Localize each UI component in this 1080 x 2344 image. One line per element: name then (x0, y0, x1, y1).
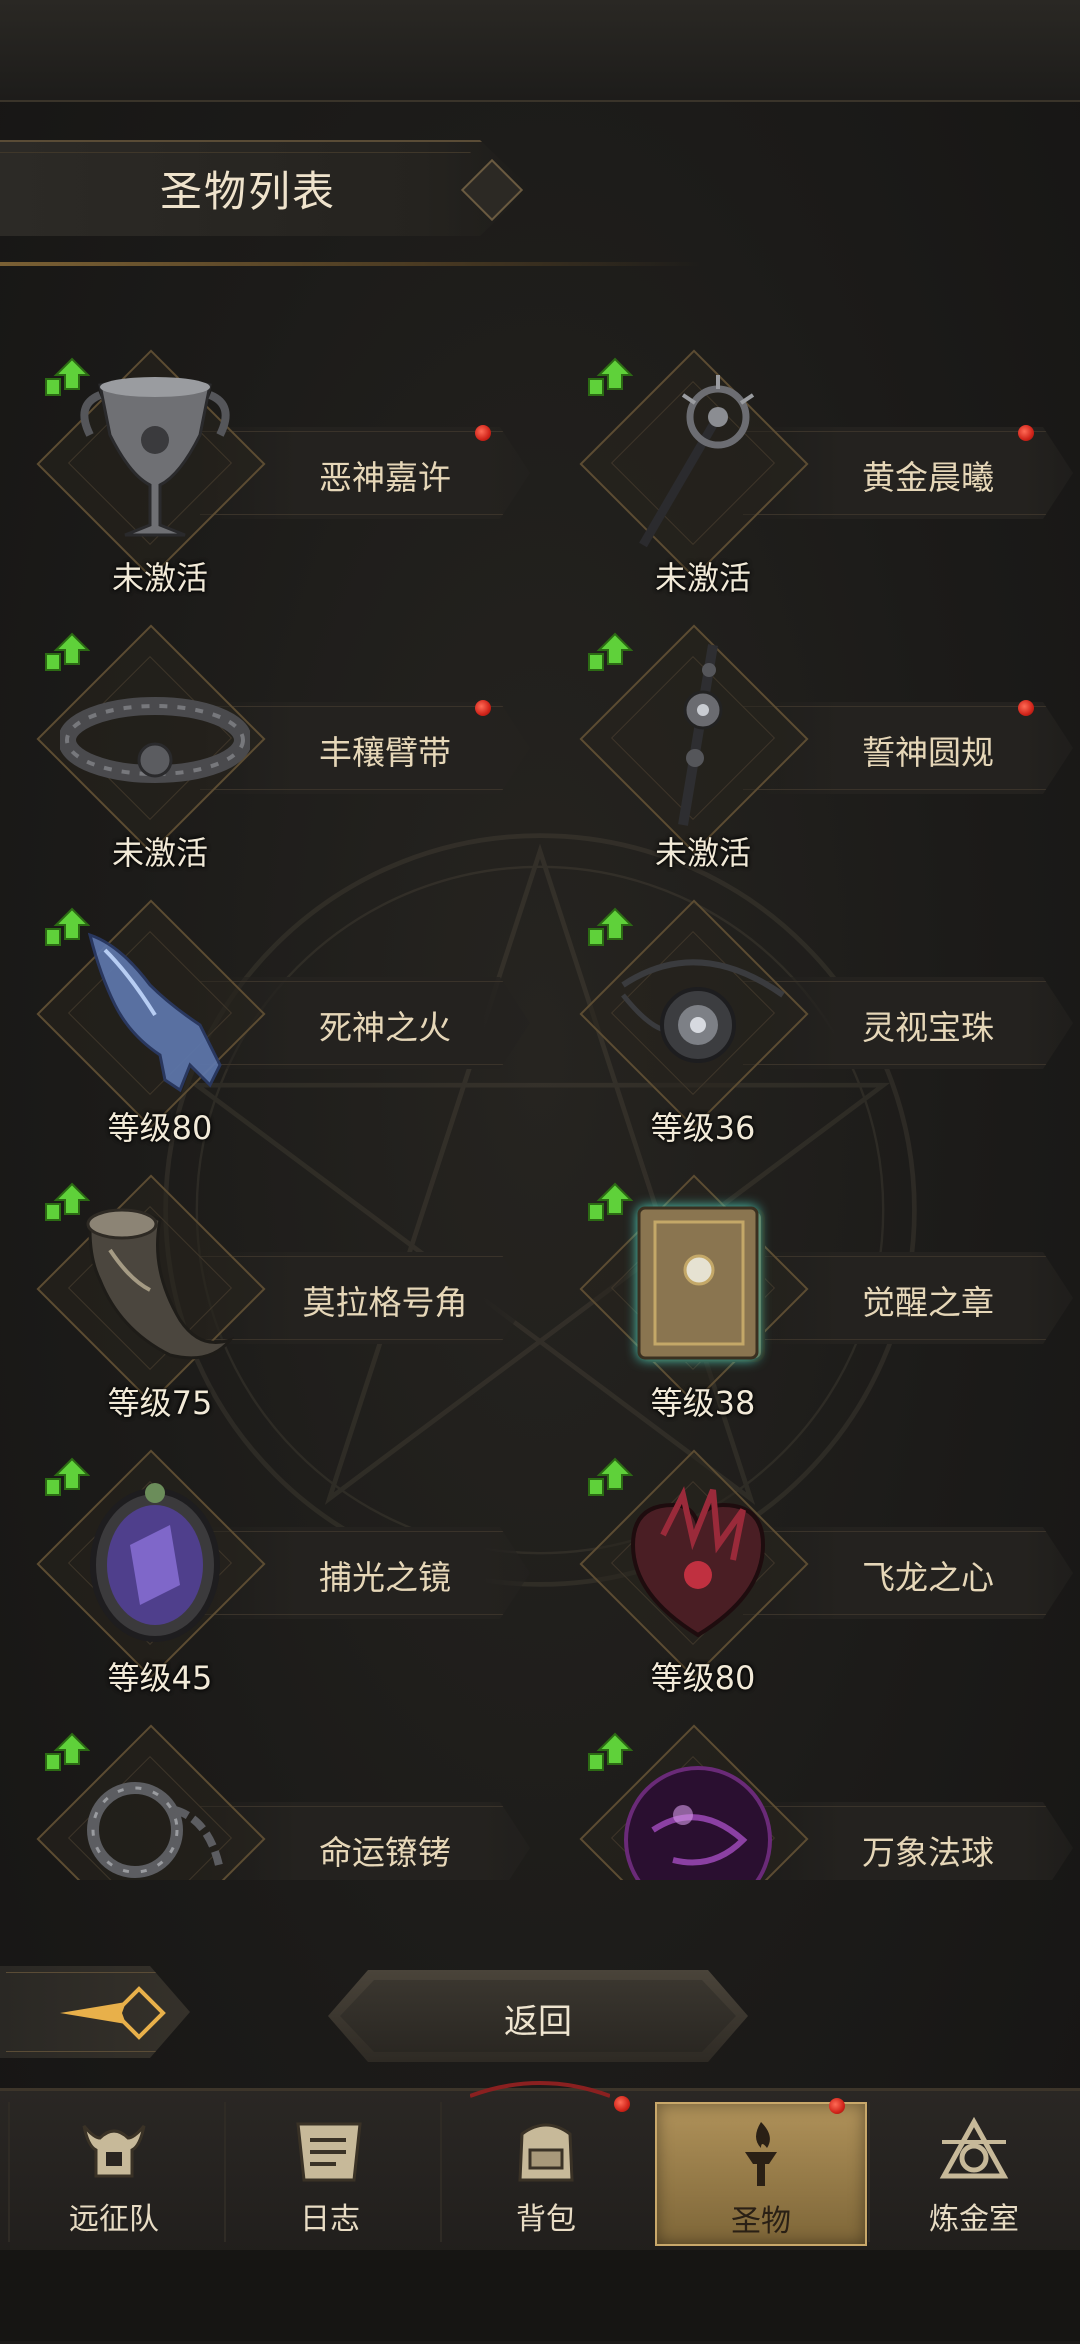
torch-icon (745, 2122, 777, 2186)
relic-item[interactable]: 万象法球 (563, 1720, 1080, 1880)
relic-name: 丰穰臂带 (319, 733, 451, 772)
relic-item[interactable]: 飞龙之心 等级80 (563, 1445, 1080, 1697)
notification-dot (475, 700, 491, 716)
nav-ornament (470, 2081, 610, 2098)
relic-status: 未激活 (111, 559, 208, 597)
relic-item[interactable]: 捕光之镜 等级45 (20, 1445, 540, 1697)
upgrade-arrow-icon (45, 632, 90, 671)
relic-name: 灵视宝珠 (862, 1008, 994, 1047)
relic-item[interactable]: 黄金晨曦 未激活 (563, 345, 1080, 597)
relic-item[interactable]: 死神之火 等级80 (20, 895, 540, 1147)
relic-item[interactable]: 莫拉格号角 等级75 (20, 1170, 540, 1422)
upgrade-arrow-icon (588, 907, 633, 946)
notification-dot (1018, 700, 1034, 716)
relic-name: 捕光之镜 (319, 1558, 451, 1597)
notification-dot (614, 2096, 630, 2112)
tab-expedition[interactable]: 远征队 (8, 2102, 218, 2242)
relic-item[interactable]: 命运镣铐 (20, 1720, 540, 1880)
relic-list[interactable]: 恶神嘉许 未激活 黄金晨曦 未激活 丰穰臂带 未激活 誓神圆规 未激活 死神之火… (0, 345, 1080, 1880)
notification-dot (1018, 425, 1034, 441)
return-button-label: 返回 (504, 2002, 572, 2042)
tab-alchemy[interactable]: 炼金室 (868, 2102, 1078, 2242)
relic-status: 等级80 (107, 1109, 213, 1147)
relic-item[interactable]: 觉醒之章 等级38 (563, 1170, 1080, 1422)
header-divider (0, 262, 700, 266)
relic-name: 恶神嘉许 (319, 458, 451, 497)
relic-status: 未激活 (654, 834, 751, 872)
relic-status: 等级36 (650, 1109, 756, 1147)
relic-name: 誓神圆规 (862, 733, 994, 772)
notification-dot (475, 425, 491, 441)
relic-name: 死神之火 (319, 1008, 451, 1047)
back-arrow-icon (60, 1986, 166, 2040)
upgrade-arrow-icon (45, 357, 90, 396)
tab-label: 远征队 (69, 2202, 159, 2237)
relic-item[interactable]: 灵视宝珠 等级36 (563, 895, 1080, 1147)
upgrade-arrow-icon (588, 1182, 633, 1221)
upgrade-arrow-icon (45, 1182, 90, 1221)
relic-name: 觉醒之章 (862, 1283, 994, 1322)
relic-name: 莫拉格号角 (302, 1283, 468, 1322)
relic-item[interactable]: 誓神圆规 未激活 (563, 620, 1080, 872)
relic-name: 飞龙之心 (862, 1558, 994, 1597)
notification-dot (829, 2098, 845, 2114)
relic-status: 等级80 (650, 1659, 756, 1697)
relic-status: 等级45 (107, 1659, 213, 1697)
upgrade-arrow-icon (588, 1732, 633, 1771)
relic-status: 未激活 (111, 834, 208, 872)
tab-journal[interactable]: 日志 (224, 2102, 434, 2242)
bottom-strip (0, 2250, 1080, 2341)
helmet-icon (82, 2125, 146, 2178)
upgrade-arrow-icon (45, 1457, 90, 1496)
upgrade-arrow-icon (45, 1732, 90, 1771)
tab-label: 炼金室 (929, 2202, 1019, 2237)
tab-label: 圣物 (731, 2204, 791, 2239)
relic-status: 未激活 (654, 559, 751, 597)
scroll-icon (296, 2122, 362, 2182)
tab-label: 背包 (516, 2202, 576, 2237)
relic-status: 等级38 (650, 1384, 756, 1422)
top-decor-band (0, 0, 1080, 102)
upgrade-arrow-icon (588, 632, 633, 671)
relic-name: 万象法球 (862, 1833, 994, 1872)
upgrade-arrow-icon (588, 1457, 633, 1496)
upgrade-arrow-icon (45, 907, 90, 946)
relic-item[interactable]: 恶神嘉许 未激活 (20, 345, 540, 597)
upgrade-arrow-icon (588, 357, 633, 396)
alchemy-icon (939, 2116, 1009, 2179)
tab-backpack[interactable]: 背包 (440, 2096, 650, 2242)
relic-item[interactable]: 丰穰臂带 未激活 (20, 620, 540, 872)
relic-name: 黄金晨曦 (862, 458, 994, 497)
backpack-icon (518, 2123, 574, 2182)
relic-name: 命运镣铐 (319, 1833, 451, 1872)
page-title: 圣物列表 (160, 167, 337, 216)
relic-status: 等级75 (107, 1384, 213, 1422)
tab-relics[interactable]: 圣物 (655, 2098, 867, 2246)
tab-label: 日志 (300, 2202, 360, 2237)
